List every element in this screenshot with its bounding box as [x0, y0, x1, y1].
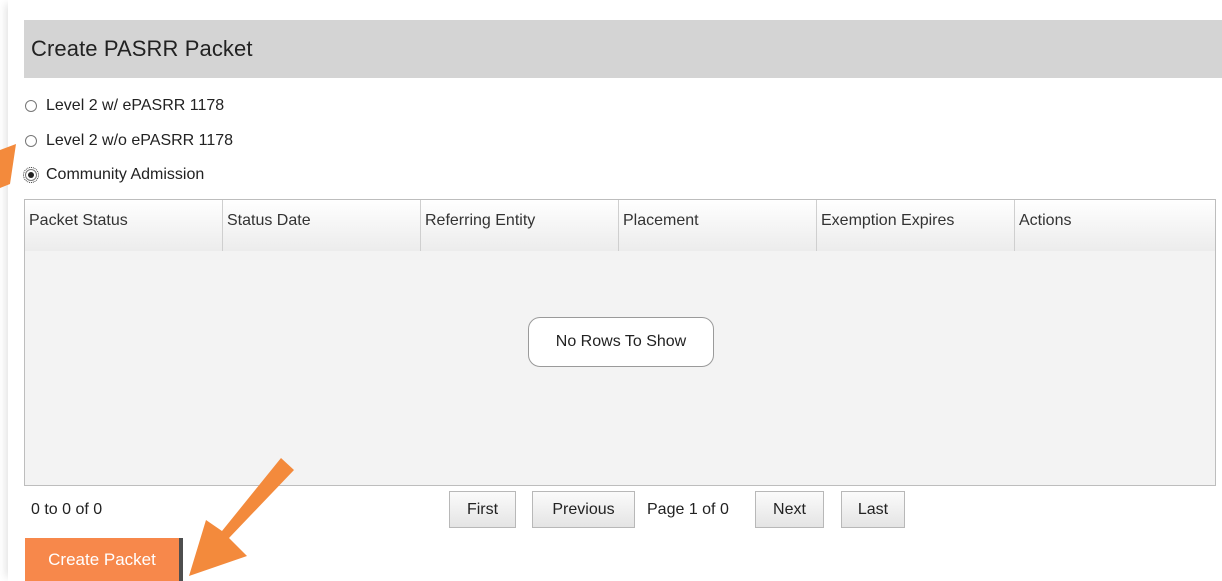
radio-level2-without-epasrr[interactable]: Level 2 w/o ePASRR 1178	[25, 131, 233, 151]
radio-level2-with-epasrr[interactable]: Level 2 w/ ePASRR 1178	[25, 96, 224, 116]
radio-community-admission[interactable]: Community Admission	[23, 165, 205, 185]
radio-label: Level 2 w/ ePASRR 1178	[46, 97, 225, 114]
previous-page-button[interactable]: Previous	[532, 491, 635, 528]
empty-state-message: No Rows To Show	[528, 317, 714, 367]
column-header-status-date[interactable]: Status Date	[223, 200, 421, 251]
last-page-button[interactable]: Last	[841, 491, 905, 528]
packets-grid: Packet Status Status Date Referring Enti…	[24, 199, 1216, 486]
radio-button[interactable]	[25, 100, 37, 112]
radio-button-selected[interactable]	[23, 167, 39, 183]
grid-header: Packet Status Status Date Referring Enti…	[25, 200, 1215, 252]
column-header-packet-status[interactable]: Packet Status	[25, 200, 223, 251]
page-info: Page 1 of 0	[647, 501, 729, 518]
create-packet-button[interactable]: Create Packet	[25, 538, 183, 581]
next-page-button[interactable]: Next	[755, 491, 824, 528]
grid-body: No Rows To Show	[25, 251, 1215, 485]
panel-header: Create PASRR Packet	[24, 20, 1222, 78]
column-header-actions[interactable]: Actions	[1015, 200, 1215, 251]
column-header-exemption-expires[interactable]: Exemption Expires	[817, 200, 1015, 251]
page-title: Create PASRR Packet	[31, 36, 253, 61]
radio-button[interactable]	[25, 135, 37, 147]
radio-label: Community Admission	[46, 166, 205, 183]
radio-label: Level 2 w/o ePASRR 1178	[46, 132, 234, 149]
column-header-referring-entity[interactable]: Referring Entity	[421, 200, 619, 251]
pager-summary: 0 to 0 of 0	[31, 501, 103, 518]
column-header-placement[interactable]: Placement	[619, 200, 817, 251]
first-page-button[interactable]: First	[449, 491, 516, 528]
